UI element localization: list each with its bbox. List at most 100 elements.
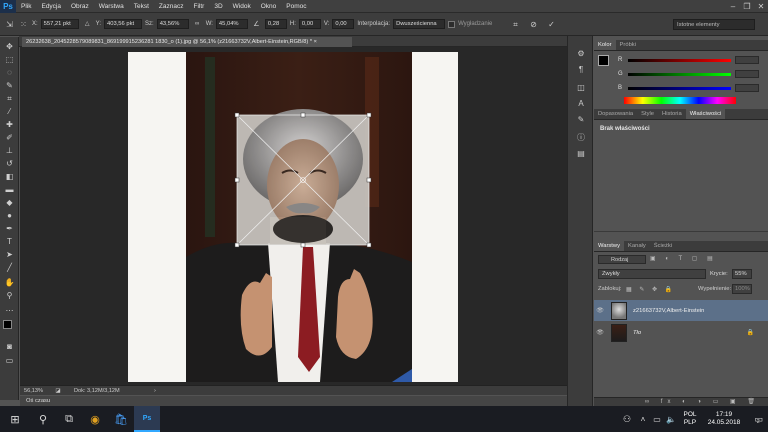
green-slider[interactable] [628, 72, 731, 76]
tab-properties[interactable]: Właściwości [685, 109, 726, 119]
zoom-tool-icon[interactable]: ⚲ [3, 290, 16, 301]
layer-row-background[interactable]: 👁 Tło 🔒 [594, 322, 768, 343]
height-field[interactable]: 45,04% [215, 19, 248, 29]
close-window-button[interactable]: ✕ [754, 2, 768, 11]
volume-icon[interactable]: 🔈 [664, 406, 678, 432]
brush-tool-icon[interactable]: ✐ [3, 132, 16, 143]
tab-paths[interactable]: Ścieżki [650, 241, 676, 251]
menu-tekst[interactable]: Tekst [129, 3, 154, 10]
layer-comps-icon[interactable]: ◫ [575, 82, 587, 93]
clock[interactable]: 17:19 24.05.2018 [702, 411, 746, 427]
width-field[interactable]: 43,56% [156, 19, 189, 29]
tab-color[interactable]: Kolor [594, 40, 616, 50]
menu-pomoc[interactable]: Pomoc [281, 3, 311, 10]
close-tab-icon[interactable]: × [314, 39, 317, 45]
document-tab[interactable]: 26232638_2045228579089831_86919991523628… [22, 37, 352, 47]
tab-history[interactable]: Historia [658, 109, 686, 119]
move-tool-icon[interactable]: ✥ [3, 41, 16, 52]
layer-name[interactable]: Tło [633, 330, 641, 336]
green-value[interactable] [735, 70, 759, 78]
language-indicator[interactable]: POL PLP [678, 411, 702, 427]
tray-up-icon[interactable]: ˄ [636, 406, 650, 432]
network-icon[interactable]: ▭ [650, 406, 664, 432]
tab-adjustments[interactable]: Dopasowania [594, 109, 637, 119]
interpolation-select[interactable]: Dwusześcienna [393, 19, 446, 29]
blue-slider[interactable] [628, 86, 731, 90]
warp-mode-icon[interactable]: ⌗ [510, 19, 521, 30]
commit-transform-icon[interactable]: ✓ [546, 19, 557, 30]
workspace-select[interactable]: Istotne elementy [673, 18, 755, 30]
timeline-panel-header[interactable]: Oś czasu [20, 396, 567, 406]
quick-mask-icon[interactable]: ◙ [3, 341, 16, 352]
history-brush-tool-icon[interactable]: ↺ [3, 158, 16, 169]
notifications-icon[interactable]: ▭ 2 [746, 406, 768, 432]
color-spectrum[interactable] [624, 97, 736, 104]
link-icon[interactable]: △ [82, 19, 93, 30]
color-panel-fg-swatch[interactable] [598, 55, 609, 66]
layer-filter-select[interactable]: Rodzaj [598, 255, 646, 264]
menu-3d[interactable]: 3D [209, 3, 227, 10]
brush-panel-icon[interactable]: ✎ [575, 114, 587, 125]
x-field[interactable]: 557,21 pkt [40, 19, 79, 29]
menu-edycja[interactable]: Edycja [36, 3, 66, 10]
menu-filtr[interactable]: Filtr [189, 3, 210, 10]
smoothing-checkbox[interactable] [448, 20, 456, 28]
character-panel-icon[interactable]: A [575, 98, 587, 109]
y-field[interactable]: 403,56 pkt [104, 19, 143, 29]
chrome-icon[interactable]: ◉ [82, 406, 108, 432]
quick-select-tool-icon[interactable]: ✎ [3, 80, 16, 91]
red-value[interactable] [735, 56, 759, 64]
eye-icon[interactable]: 👁 [594, 307, 606, 314]
hand-tool-icon[interactable]: ✋ [3, 277, 16, 288]
layer-name[interactable]: z21663732V,Albert-Einstein [633, 308, 704, 314]
eraser-tool-icon[interactable]: ◧ [3, 171, 16, 182]
canvas-area[interactable] [20, 47, 567, 385]
photoshop-taskbar-icon[interactable]: Ps [134, 406, 160, 432]
fill-field[interactable]: 100% [732, 284, 752, 294]
search-icon[interactable]: ⚲ [30, 406, 56, 432]
healing-brush-tool-icon[interactable]: ✚ [3, 119, 16, 130]
cancel-transform-icon[interactable]: ⊘ [528, 19, 539, 30]
store-icon[interactable]: 🛍 [108, 406, 134, 432]
opacity-field[interactable]: 55% [732, 269, 752, 279]
task-view-icon[interactable]: ⧉ [56, 406, 82, 432]
marquee-tool-icon[interactable]: ⬚ [3, 54, 16, 65]
people-icon[interactable]: ⚇ [618, 406, 636, 432]
layers-panel-footer-icons[interactable]: ∞ fx ◐ ◑ ▭ ▣ 🗑 [594, 397, 768, 406]
type-tool-icon[interactable]: T [3, 236, 16, 247]
share-icon[interactable]: ◪ [52, 388, 64, 394]
menu-zaznacz[interactable]: Zaznacz [154, 3, 189, 10]
crop-tool-icon[interactable]: ⌗ [3, 93, 16, 104]
red-slider[interactable] [628, 58, 731, 62]
gradient-tool-icon[interactable]: ▬ [3, 184, 16, 195]
v-skew-field[interactable]: 0,00 [332, 19, 355, 29]
clone-stamp-tool-icon[interactable]: ⊥ [3, 145, 16, 156]
history-panel-icon[interactable]: ⚙ [575, 48, 587, 59]
h-skew-field[interactable]: 0,00 [298, 19, 321, 29]
more-tools-icon[interactable]: ⋯ [3, 305, 16, 316]
foreground-color-swatch[interactable] [3, 320, 12, 329]
dodge-tool-icon[interactable]: ● [3, 210, 16, 221]
menu-okno[interactable]: Okno [256, 3, 282, 10]
angle-field[interactable]: 0,28 [264, 19, 287, 29]
pen-tool-icon[interactable]: ✒ [3, 223, 16, 234]
path-select-tool-icon[interactable]: ➤ [3, 249, 16, 260]
tab-channels[interactable]: Kanały [624, 241, 650, 251]
menu-obraz[interactable]: Obraz [66, 3, 94, 10]
windows-start-icon[interactable]: ⊞ [0, 406, 30, 432]
blend-mode-select[interactable]: Zwykły [598, 269, 706, 279]
blue-value[interactable] [735, 84, 759, 92]
paragraph-panel-icon[interactable]: ¶ [575, 64, 587, 75]
lock-icons[interactable]: ▦ ✎ ✥ 🔒 [626, 286, 675, 293]
eye-icon[interactable]: 👁 [594, 329, 606, 336]
layer-filter-icons[interactable]: ▣ ◐ T ▢ ▤ [650, 255, 717, 262]
tab-swatches[interactable]: Próbki [616, 40, 640, 50]
layer-row-einstein[interactable]: 👁 z21663732V,Albert-Einstein [594, 300, 768, 321]
minimize-button[interactable]: – [726, 2, 740, 11]
notes-panel-icon[interactable]: ▤ [575, 148, 587, 159]
screen-mode-icon[interactable]: ▭ [3, 355, 16, 366]
tool-preset-icon[interactable]: ⇲ [4, 19, 15, 30]
status-menu-arrow-icon[interactable]: › [154, 388, 164, 394]
zoom-level[interactable]: 56,13% [20, 388, 52, 394]
menu-plik[interactable]: Plik [16, 3, 36, 10]
